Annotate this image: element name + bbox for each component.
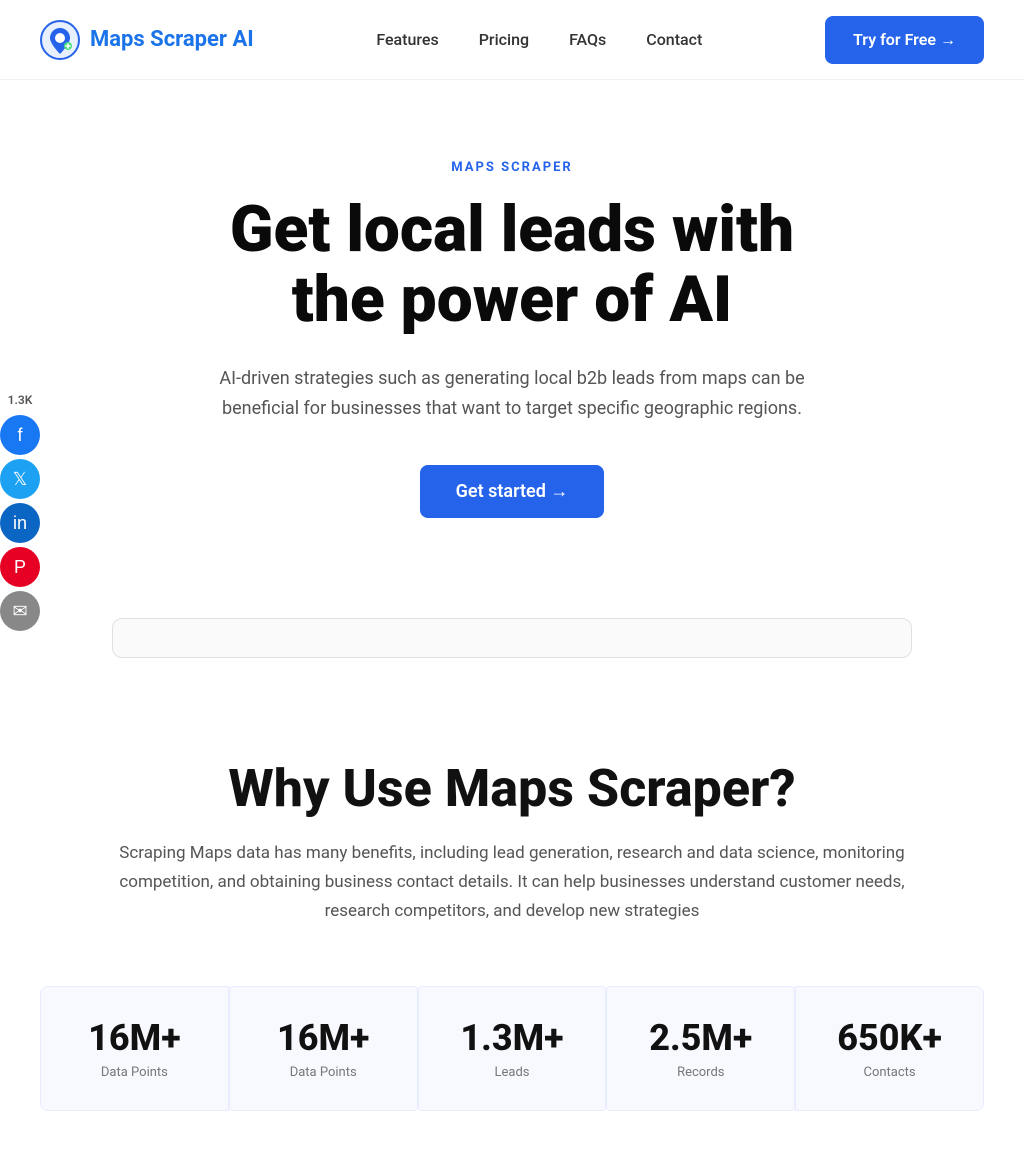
hero-section: MAPS SCRAPER Get local leads with the po… [62,80,962,578]
nav-faqs[interactable]: FAQs [569,30,606,49]
pinterest-share-button[interactable]: P [0,547,40,587]
nav-contact[interactable]: Contact [646,30,702,49]
email-share-button[interactable]: ✉ [0,591,40,631]
stat-label-2: Leads [439,1065,586,1080]
try-free-button[interactable]: Try for Free → [825,16,984,64]
stat-card-4: 650K+ Contacts [795,986,984,1111]
social-count: 1.3K [8,393,33,407]
stat-card-2: 1.3M+ Leads [418,986,607,1111]
hero-subtitle: AI-driven strategies such as generating … [192,364,832,425]
browser-bar [112,618,912,658]
hero-title: Get local leads with the power of AI [102,195,922,336]
stat-value-4: 650K+ [816,1017,963,1059]
nav-features[interactable]: Features [376,30,438,49]
stat-label-4: Contacts [816,1065,963,1080]
stat-label-3: Records [627,1065,774,1080]
stat-label-0: Data Points [61,1065,208,1080]
logo-text: Maps Scraper AI [90,27,254,52]
stat-value-3: 2.5M+ [627,1017,774,1059]
why-section: Why Use Maps Scraper? Scraping Maps data… [0,678,1024,1151]
facebook-share-button[interactable]: f [0,415,40,455]
logo-icon [40,20,80,60]
stat-card-3: 2.5M+ Records [606,986,795,1111]
stat-card-1: 16M+ Data Points [229,986,418,1111]
stat-value-0: 16M+ [61,1017,208,1059]
navbar: Maps Scraper AI Features Pricing FAQs Co… [0,0,1024,80]
linkedin-share-button[interactable]: in [0,503,40,543]
nav-pricing[interactable]: Pricing [479,30,529,49]
get-started-button[interactable]: Get started → [420,465,605,518]
social-sidebar: 1.3K f 𝕏 in P ✉ [0,385,40,639]
hero-tag: MAPS SCRAPER [102,160,922,175]
stat-card-0: 16M+ Data Points [40,986,229,1111]
stat-value-2: 1.3M+ [439,1017,586,1059]
nav-links: Features Pricing FAQs Contact [376,30,702,49]
why-title: Why Use Maps Scraper? [40,758,984,819]
stats-grid: 16M+ Data Points 16M+ Data Points 1.3M+ … [40,986,984,1111]
nav-logo[interactable]: Maps Scraper AI [40,20,254,60]
why-description: Scraping Maps data has many benefits, in… [112,839,912,926]
twitter-share-button[interactable]: 𝕏 [0,459,40,499]
stat-value-1: 16M+ [250,1017,397,1059]
stat-label-1: Data Points [250,1065,397,1080]
